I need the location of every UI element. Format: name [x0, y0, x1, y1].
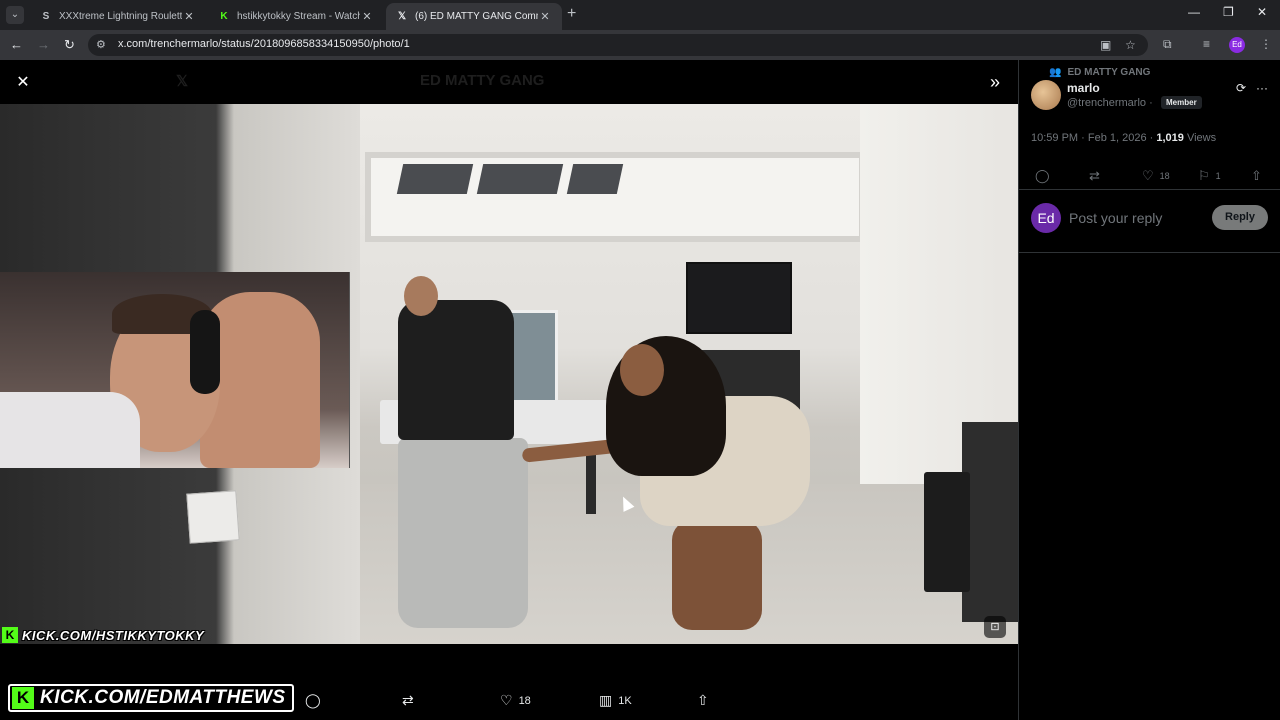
bar-chart-icon: ▥	[599, 692, 613, 708]
more-options-icon[interactable]: ···	[1256, 81, 1268, 95]
kick-overlay-big: K KICK.COM/EDMATTHEWS	[8, 684, 294, 712]
new-tab-button[interactable]: +	[567, 5, 576, 23]
expand-panel-button[interactable]: »	[984, 71, 1006, 93]
tab-title: XXXtreme Lightning Roulette	[59, 11, 182, 22]
restore-icon[interactable]: ❐	[1223, 5, 1234, 19]
views-button[interactable]: ▥ 1K	[599, 692, 632, 709]
author-avatar[interactable]	[1031, 80, 1061, 110]
like-button[interactable]: ♡ 18	[1142, 168, 1170, 184]
streamer-webcam-overlay	[0, 272, 350, 468]
community-label[interactable]: 👥 ED MATTY GANG	[1049, 67, 1150, 78]
community-name: ED MATTY GANG	[1067, 67, 1151, 78]
share-icon: ⇧	[1251, 168, 1262, 183]
extensions-icon[interactable]: ⧉	[1163, 37, 1172, 52]
background-community-header: 𝕏 ED MATTY GANG	[0, 60, 1018, 104]
repost-icon: ⇄	[1089, 168, 1100, 183]
views-label: Views	[1183, 132, 1217, 144]
window-close-icon[interactable]: ✕	[1257, 5, 1267, 19]
member-badge: Member	[1161, 96, 1202, 109]
reload-icon[interactable]: ↻	[64, 37, 75, 53]
tab-title: (6) ED MATTY GANG Communi	[415, 11, 538, 22]
heart-icon: ♡	[1142, 168, 1154, 183]
post-side-panel: 👥 ED MATTY GANG marlo @trenchermarlo · M…	[1018, 60, 1280, 720]
share-button[interactable]: ⇧	[1251, 168, 1262, 184]
kick-overlay-big-text: KICK.COM/EDMATTHEWS	[40, 687, 286, 708]
tab-roulette[interactable]: S XXXtreme Lightning Roulette ✕	[30, 3, 206, 30]
tab-title: hstikkytokky Stream - Watch Li	[237, 11, 360, 22]
comment-icon: ◯	[305, 692, 321, 708]
reply-submit-button[interactable]: Reply	[1212, 205, 1268, 230]
tab-close-icon[interactable]: ✕	[538, 10, 552, 23]
headset-icon	[190, 310, 220, 394]
background-community-title: ED MATTY GANG	[420, 72, 545, 89]
media-controls-icon[interactable]: ≡	[1203, 37, 1210, 51]
menu-kebab-icon[interactable]: ⋮	[1260, 37, 1272, 51]
bookmark-star-icon[interactable]: ☆	[1125, 38, 1136, 52]
like-button[interactable]: ♡ 18	[500, 692, 531, 709]
tab-favicon: S	[42, 10, 50, 22]
post-photo[interactable]: K KICK.COM/HSTIKKYTOKKY ⊡	[0, 104, 1018, 644]
tab-kick-stream[interactable]: K hstikkytokky Stream - Watch Li ✕	[208, 3, 384, 30]
grok-icon[interactable]: ⟳	[1236, 81, 1246, 95]
address-bar[interactable]: ⚙ x.com/trenchermarlo/status/20180968583…	[88, 34, 1148, 56]
tab-search-button[interactable]: ⌄	[6, 6, 24, 24]
site-info-icon[interactable]: ⚙	[96, 38, 106, 51]
views-number: 1,019	[1156, 132, 1184, 144]
comment-icon: ◯	[1035, 168, 1050, 183]
author-display-name[interactable]: marlo	[1067, 81, 1100, 95]
forward-icon[interactable]: →	[37, 37, 50, 52]
x-favicon: 𝕏	[397, 10, 407, 22]
reply-avatar: Ed	[1031, 203, 1061, 233]
reply-input[interactable]: Post your reply	[1069, 210, 1162, 226]
tab-x-community[interactable]: 𝕏 (6) ED MATTY GANG Communi ✕	[386, 3, 562, 30]
like-count: 18	[1159, 171, 1170, 181]
reply-button[interactable]: ◯	[1035, 168, 1050, 184]
bookmark-count: 1	[1215, 171, 1221, 181]
repost-icon: ⇄	[402, 692, 414, 708]
photo-viewer: 𝕏 ED MATTY GANG ✕ » K KICK.COM/HSTIKKYTO…	[0, 60, 1018, 720]
share-button[interactable]: ⇧	[697, 692, 709, 709]
alt-text-icon[interactable]: ⊡	[984, 616, 1006, 638]
bookmark-button[interactable]: ⚐ 1	[1198, 168, 1221, 184]
minimize-icon[interactable]: —	[1188, 5, 1200, 19]
post-meta: 10:59 PM · Feb 1, 2026 · 1,019 Views	[1031, 132, 1216, 144]
install-app-icon[interactable]: ▣	[1100, 38, 1111, 52]
author-handle[interactable]: @trenchermarlo ·	[1067, 97, 1153, 109]
browser-tab-bar: ⌄ S XXXtreme Lightning Roulette ✕ K hsti…	[0, 0, 1280, 30]
divider	[1019, 252, 1280, 253]
repost-button[interactable]: ⇄	[1089, 168, 1100, 184]
profile-avatar[interactable]: Ed	[1229, 37, 1245, 53]
kick-logo-icon: K	[12, 687, 34, 709]
heart-icon: ♡	[500, 692, 513, 708]
kick-overlay-small-text: KICK.COM/HSTIKKYTOKKY	[22, 627, 205, 643]
kick-overlay-small: K KICK.COM/HSTIKKYTOKKY	[2, 626, 204, 644]
reply-button[interactable]: ◯	[305, 692, 321, 709]
close-viewer-button[interactable]: ✕	[12, 72, 34, 94]
kick-favicon: K	[220, 10, 228, 22]
post-timestamp[interactable]: 10:59 PM · Feb 1, 2026 ·	[1031, 132, 1156, 144]
x-logo-icon: 𝕏	[176, 73, 189, 90]
kick-logo-icon: K	[2, 627, 18, 643]
back-icon[interactable]: ←	[10, 37, 23, 52]
tab-close-icon[interactable]: ✕	[360, 10, 374, 23]
tab-close-icon[interactable]: ✕	[182, 10, 196, 23]
share-icon: ⇧	[697, 692, 709, 708]
bookmark-icon: ⚐	[1198, 168, 1210, 183]
url-text[interactable]: x.com/trenchermarlo/status/2018096858334…	[118, 38, 410, 50]
community-icon: 👥	[1049, 67, 1062, 78]
repost-button[interactable]: ⇄	[402, 692, 414, 709]
browser-toolbar: ← → ↻ ⚙ x.com/trenchermarlo/status/20180…	[0, 30, 1280, 60]
like-count: 18	[518, 694, 531, 707]
post-action-bar: ◯ ⇄ ♡ 18 ⚐ 1 ⇧	[1019, 160, 1280, 190]
views-count: 1K	[618, 694, 632, 707]
